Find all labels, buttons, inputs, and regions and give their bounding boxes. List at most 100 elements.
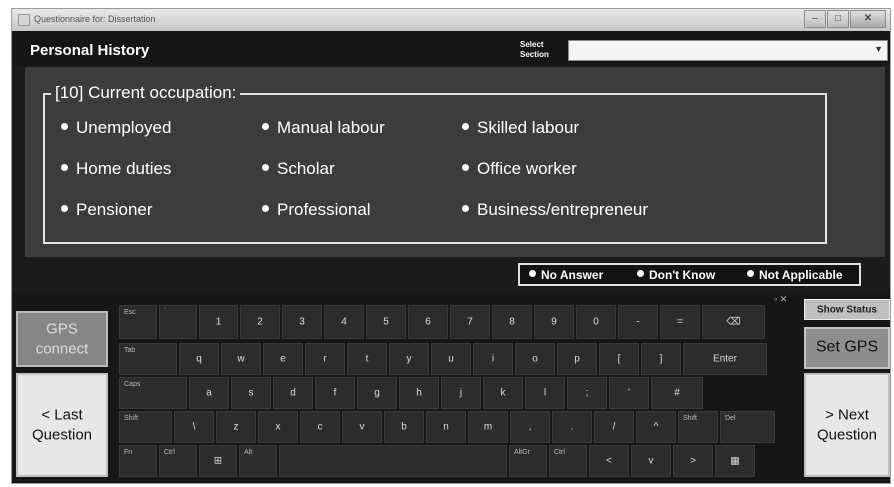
keyboard-key[interactable]: - [618,305,658,339]
keyboard-key[interactable]: ▦ [715,445,755,477]
keyboard-key[interactable]: 5 [366,305,406,339]
keyboard-key[interactable]: u [431,343,471,375]
keyboard-key[interactable]: / [594,411,634,443]
option-professional[interactable]: Professional [262,200,371,220]
keyboard-key[interactable]: b [384,411,424,443]
keyboard-key[interactable]: l [525,377,565,409]
bullet-icon [61,164,68,172]
keyboard-key[interactable]: h [399,377,439,409]
section-select[interactable]: ▼ [568,40,888,61]
keyboard-key-label: z [233,421,239,433]
keyboard-key[interactable]: r [305,343,345,375]
select-label-line-1: Select [520,40,544,49]
keyboard-key[interactable]: 4 [324,305,364,339]
keyboard-key[interactable]: n [426,411,466,443]
keyboard-key[interactable] [279,445,507,477]
keyboard-key[interactable]: p [557,343,597,375]
keyboard-key[interactable]: Caps [119,377,187,409]
keyboard-key[interactable]: \ [174,411,214,443]
keyboard-key[interactable]: 0 [576,305,616,339]
keyboard-key[interactable]: Esc [119,305,157,339]
keyboard-key[interactable]: Shift [119,411,172,443]
minimize-icon[interactable]: – [804,10,826,28]
keyboard-key[interactable]: ; [567,377,607,409]
keyboard-key-label: 0 [593,316,599,328]
keyboard-key[interactable]: Ctrl [549,445,587,477]
show-status-button[interactable]: Show Status [804,299,890,320]
option-office-worker[interactable]: Office worker [462,159,577,179]
keyboard-key[interactable]: w [221,343,261,375]
keyboard-key[interactable]: ` [159,305,197,339]
keyboard-key[interactable]: = [660,305,700,339]
keyboard-key[interactable]: Del [720,411,775,443]
option-unemployed[interactable]: Unemployed [61,118,171,138]
option-manual-labour[interactable]: Manual labour [262,118,385,138]
keyboard-key[interactable]: o [515,343,555,375]
no-answer-option[interactable]: No Answer [529,268,603,282]
keyboard-key[interactable]: 9 [534,305,574,339]
keyboard-key[interactable]: e [263,343,303,375]
keyboard-key[interactable]: 8 [492,305,532,339]
keyboard-key[interactable]: d [273,377,313,409]
keyboard-key[interactable]: t [347,343,387,375]
keyboard-key[interactable]: m [468,411,508,443]
not-applicable-option[interactable]: Not Applicable [747,268,843,282]
keyboard-key[interactable]: 7 [450,305,490,339]
keyboard-key[interactable]: a [189,377,229,409]
next-question-button[interactable]: > Next Question [804,373,890,477]
keyboard-key[interactable]: x [258,411,298,443]
keyboard-key[interactable]: k [483,377,523,409]
keyboard-key[interactable]: v [342,411,382,443]
keyboard-key[interactable]: > [673,445,713,477]
keyboard-key[interactable]: q [179,343,219,375]
keyboard-key-label: l [543,387,547,399]
keyboard-key[interactable]: Alt [239,445,277,477]
keyboard-key[interactable]: AltGr [509,445,547,477]
maximize-icon[interactable]: □ [827,10,849,28]
keyboard-key[interactable]: ' [609,377,649,409]
keyboard-key-label: Ctrl [164,449,175,456]
keyboard-key[interactable]: j [441,377,481,409]
keyboard-key[interactable]: [ [599,343,639,375]
gps-connect-button[interactable]: GPS connect [16,311,108,367]
option-pensioner[interactable]: Pensioner [61,200,153,220]
option-business-entrepreneur[interactable]: Business/entrepreneur [462,200,648,220]
keyboard-key[interactable]: f [315,377,355,409]
keyboard-key[interactable]: # [651,377,703,409]
page-title: Personal History [30,42,150,59]
keyboard-key[interactable]: c [300,411,340,443]
keyboard-key[interactable]: ^ [636,411,676,443]
option-home-duties[interactable]: Home duties [61,159,171,179]
last-question-button[interactable]: < Last Question [16,373,108,477]
keyboard-key-label: > [690,455,696,467]
keyboard-key[interactable]: s [231,377,271,409]
keyboard-key[interactable]: , [510,411,550,443]
keyboard-key[interactable]: Ctrl [159,445,197,477]
keyboard-key[interactable]: i [473,343,513,375]
keyboard-key[interactable]: ⌫ [702,305,765,339]
keyboard-key[interactable]: g [357,377,397,409]
keyboard-key[interactable]: . [552,411,592,443]
keyboard-key[interactable]: 6 [408,305,448,339]
keyboard-key[interactable]: ⊞ [199,445,237,477]
keyboard-key[interactable]: v [631,445,671,477]
keyboard-key[interactable]: y [389,343,429,375]
close-icon[interactable]: ✕ [850,10,886,28]
keyboard-key[interactable]: Shift [678,411,718,443]
keyboard-key[interactable]: Enter [683,343,767,375]
option-scholar[interactable]: Scholar [262,159,335,179]
keyboard-key[interactable]: z [216,411,256,443]
keyboard-key-label: y [406,353,412,365]
dont-know-option[interactable]: Don't Know [637,268,715,282]
keyboard-key[interactable]: 1 [199,305,238,339]
keyboard-key[interactable]: ] [641,343,681,375]
keyboard-key-label: x [275,421,281,433]
keyboard-key[interactable]: Tab [119,343,177,375]
keyboard-key[interactable]: 2 [240,305,280,339]
keyboard-key[interactable]: < [589,445,629,477]
keyboard-key[interactable]: Fn [119,445,157,477]
keyboard-window-controls[interactable]: ▫ ✕ [774,294,787,305]
keyboard-key[interactable]: 3 [282,305,322,339]
option-skilled-labour[interactable]: Skilled labour [462,118,579,138]
set-gps-button[interactable]: Set GPS [804,327,890,369]
